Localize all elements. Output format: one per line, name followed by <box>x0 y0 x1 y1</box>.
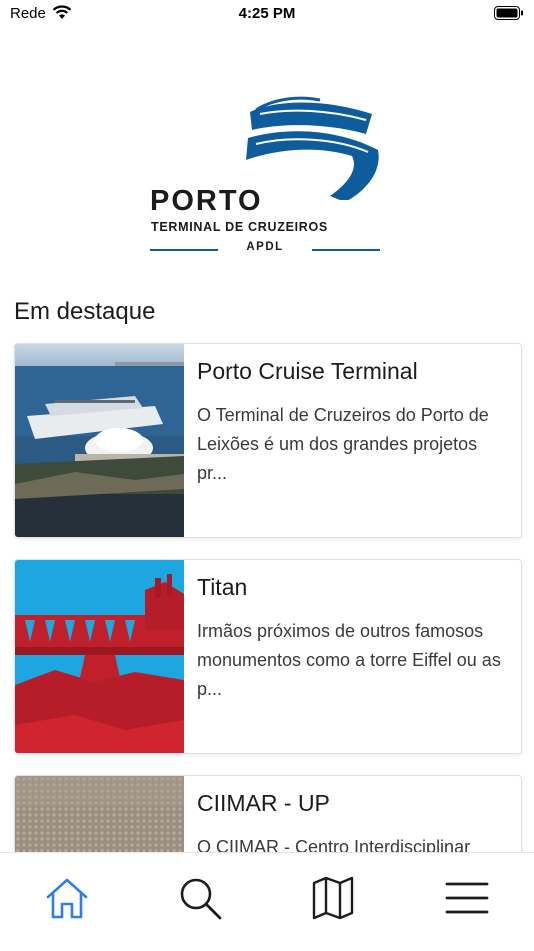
map-icon <box>312 876 354 920</box>
card-image-titan-crane <box>15 560 184 753</box>
featured-card-titan[interactable]: Titan Irmãos próximos de outros famosos … <box>14 559 522 754</box>
status-bar: Rede 4:25 PM <box>0 0 534 28</box>
tab-menu[interactable] <box>442 873 492 923</box>
battery-icon <box>494 6 524 25</box>
tab-bar <box>0 852 534 951</box>
tab-home[interactable] <box>42 873 92 923</box>
card-description: O Terminal de Cruzeiros do Porto de Leix… <box>197 405 489 483</box>
card-title: CIIMAR - UP <box>197 790 330 816</box>
tab-map[interactable] <box>308 873 358 923</box>
section-title: Em destaque <box>14 298 156 325</box>
menu-icon <box>445 882 489 914</box>
featured-list[interactable]: Porto Cruise Terminal O Terminal de Cruz… <box>0 340 534 852</box>
logo-ribbon-icon <box>246 96 379 200</box>
search-icon <box>180 878 222 920</box>
card-image-cruise-terminal <box>15 344 184 537</box>
status-time: 4:25 PM <box>238 5 296 22</box>
card-image-ciimar <box>15 776 184 852</box>
logo-divider-right <box>312 249 380 251</box>
logo-title: PORTO <box>150 185 263 217</box>
featured-card-porto-cruise-terminal[interactable]: Porto Cruise Terminal O Terminal de Cruz… <box>14 343 522 538</box>
card-description: O CIIMAR - Centro Interdisciplinar <box>197 837 471 852</box>
card-description: Irmãos próximos de outros famosos monume… <box>197 621 501 699</box>
logo-subtitle: TERMINAL DE CRUZEIROS <box>151 220 328 234</box>
card-title: Titan <box>197 574 248 600</box>
featured-card-ciimar-up[interactable]: CIIMAR - UP O CIIMAR - Centro Interdisci… <box>14 775 522 852</box>
tab-search[interactable] <box>175 873 225 923</box>
card-title: Porto Cruise Terminal <box>197 358 418 384</box>
porto-terminal-logo: PORTO TERMINAL DE CRUZEIROS APDL <box>140 90 390 260</box>
logo-org: APDL <box>246 241 284 253</box>
home-icon <box>46 878 88 919</box>
